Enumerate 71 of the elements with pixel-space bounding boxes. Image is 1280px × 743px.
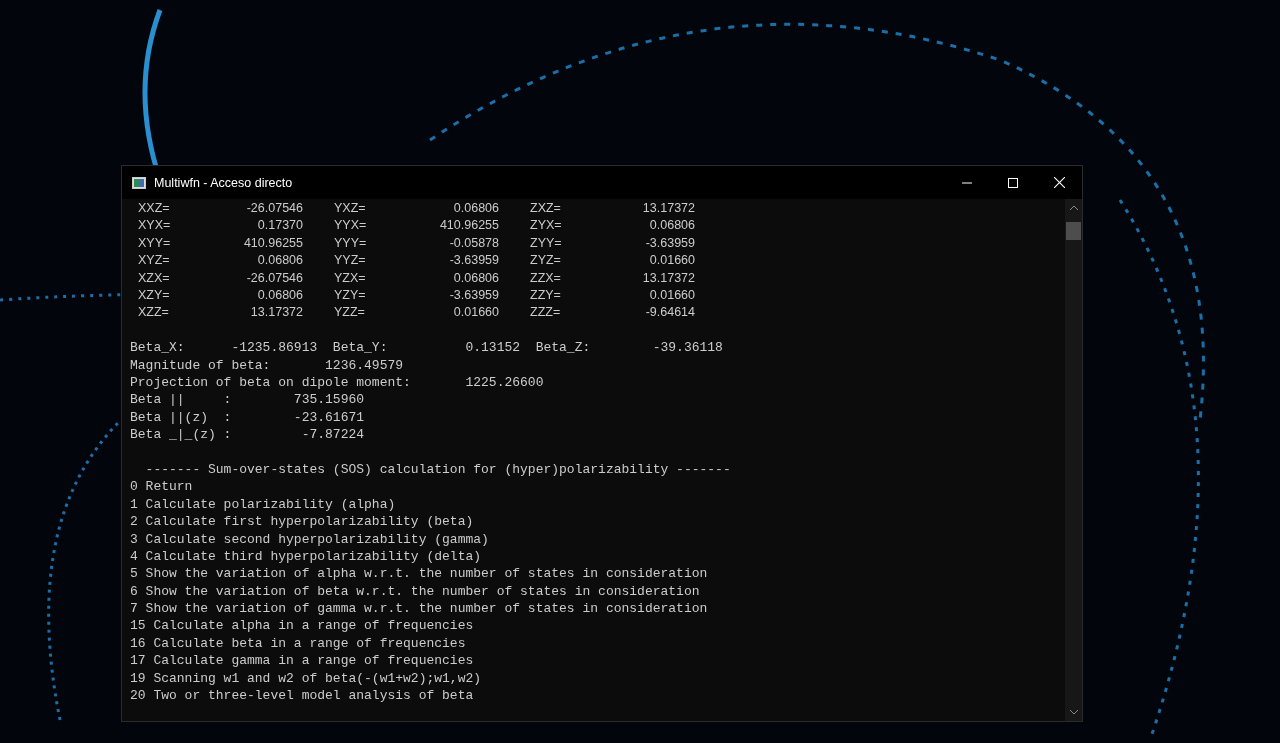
app-icon xyxy=(132,176,146,189)
tensor-label: YZY= xyxy=(334,287,367,305)
tensor-label: XZX= xyxy=(138,269,171,287)
tensor-value: -9.64614 xyxy=(644,304,695,322)
console-line: 4 Calculate third hyperpolarizability (delta) xyxy=(130,548,482,564)
console-line: ------- Sum-over-states (SOS) calculation for (hyper)polarizability ------- xyxy=(144,461,731,477)
scrollbar[interactable] xyxy=(1065,199,1082,721)
window-title: Multiwfn - Acceso directo xyxy=(154,175,293,190)
console-line: 5 Show the variation of alpha w.r.t. the number of states in consideration xyxy=(130,566,708,582)
tensor-value: -0.05878 xyxy=(448,234,499,252)
scroll-up-icon[interactable] xyxy=(1068,205,1079,211)
tensor-value: 13.17372 xyxy=(641,200,695,217)
tensor-label: YXZ= xyxy=(334,200,367,217)
tensor-value: 0.01660 xyxy=(648,252,695,270)
console-line: Beta_X: -1235.86913 Beta_Y: 0.13152 Beta_Z: -39.36118 xyxy=(130,340,723,356)
tensor-value: 410.96255 xyxy=(242,234,303,252)
tensor-value: 0.06806 xyxy=(452,269,499,287)
console-line: Projection of beta on dipole moment: 1225.26600 xyxy=(130,375,544,390)
tensor-value: 0.06806 xyxy=(256,252,303,270)
tensor-label: ZZZ= xyxy=(530,304,562,322)
tensor-value: -26.07546 xyxy=(245,200,303,217)
console-line: Beta || : 735.15960 xyxy=(130,392,365,408)
console-line: 0 Return xyxy=(130,479,193,495)
console-line: 17 Calculate gamma in a range of frequencies xyxy=(130,653,474,669)
tensor-label: XZY= xyxy=(138,287,171,305)
tensor-label: YYZ= xyxy=(334,252,367,270)
tensor-value: -26.07546 xyxy=(245,269,303,287)
tensor-label: XYZ= xyxy=(138,252,171,270)
tensor-value: 0.01660 xyxy=(648,287,695,305)
tensor-label: ZXZ= xyxy=(530,200,562,217)
scrollbar-thumb[interactable] xyxy=(1066,222,1081,240)
console-line: 2 Calculate first hyperpolarizability (beta) xyxy=(130,514,474,530)
console-line: 16 Calculate beta in a range of frequencies xyxy=(130,635,466,651)
tensor-value: 13.17372 xyxy=(249,304,303,322)
tensor-label: ZZY= xyxy=(530,287,562,305)
console-line: Beta ||(z) : -23.61671 xyxy=(130,409,365,425)
tensor-value: 0.17370 xyxy=(256,217,303,235)
console-line: 1 Calculate polarizability (alpha) xyxy=(130,496,396,512)
console-line: 6 Show the variation of beta w.r.t. the number of states in consideration xyxy=(130,583,700,599)
tensor-value: -3.63959 xyxy=(448,287,499,305)
tensor-label: ZYY= xyxy=(530,234,563,252)
maximize-icon[interactable] xyxy=(1008,177,1018,188)
tensor-label: YYX= xyxy=(334,217,368,235)
tensor-value: 13.17372 xyxy=(641,269,695,287)
close-icon[interactable] xyxy=(1053,177,1065,188)
tensor-label: YZZ= xyxy=(334,304,366,322)
tensor-value: 0.06806 xyxy=(256,287,303,305)
tensor-value: 0.01660 xyxy=(452,304,499,322)
minimize-icon[interactable] xyxy=(962,181,972,184)
scroll-down-icon[interactable] xyxy=(1068,709,1079,715)
tensor-label: ZYX= xyxy=(530,217,563,235)
tensor-label: XYX= xyxy=(138,217,172,235)
tensor-value: -3.63959 xyxy=(644,234,695,252)
tensor-value: 410.96255 xyxy=(438,217,499,235)
console-line: 20 Two or three-level model analysis of beta xyxy=(130,688,474,704)
console-line: 7 Show the variation of gamma w.r.t. the number of states in consideration xyxy=(130,601,708,617)
tensor-label: YZX= xyxy=(334,269,367,287)
tensor-label: XYY= xyxy=(138,234,172,252)
tensor-label: XZZ= xyxy=(138,304,170,322)
console-line: 15 Calculate alpha in a range of frequencies xyxy=(130,618,474,634)
tensor-value: -3.63959 xyxy=(448,252,499,270)
tensor-label: XXZ= xyxy=(138,200,171,217)
console-line: Beta _|_(z) : -7.87224 xyxy=(130,427,365,443)
tensor-label: ZYZ= xyxy=(530,252,562,270)
console-line: 19 Scanning w1 and w2 of beta(-(w1+w2);w1,w2) xyxy=(130,670,482,686)
console-line: 3 Calculate second hyperpolarizability (gamma) xyxy=(130,531,489,547)
tensor-value: 0.06806 xyxy=(452,200,499,217)
tensor-label: ZZX= xyxy=(530,269,562,287)
tensor-value: 0.06806 xyxy=(648,217,695,235)
tensor-label: YYY= xyxy=(334,234,368,252)
console-line: Magnitude of beta: 1236.49579 xyxy=(130,357,404,373)
